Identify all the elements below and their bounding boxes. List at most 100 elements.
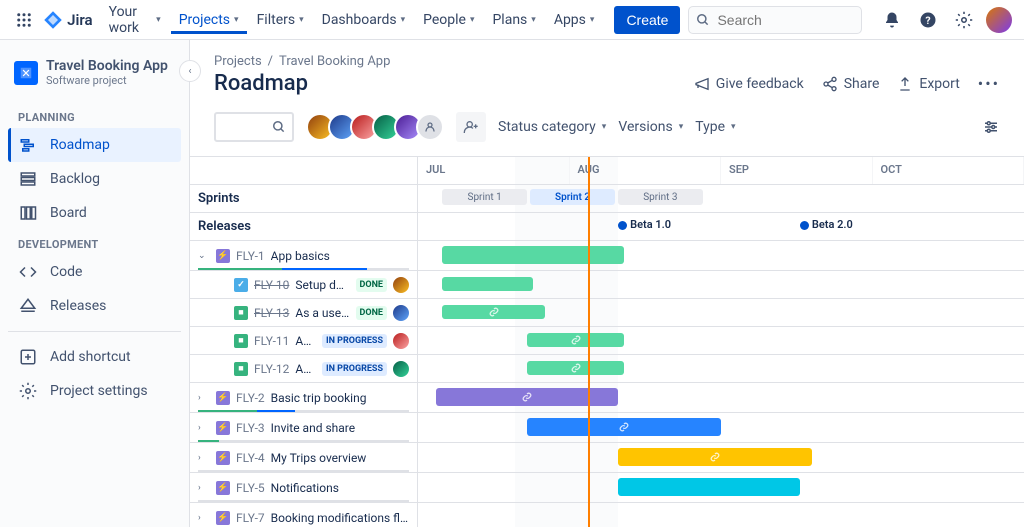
release-marker[interactable] xyxy=(800,221,809,230)
search-input[interactable] xyxy=(688,6,862,34)
issue-key[interactable]: FLY-3 xyxy=(236,421,265,435)
timeline-bar[interactable] xyxy=(618,448,812,466)
nav-item-projects[interactable]: Projects▾ xyxy=(171,6,247,34)
issue-key[interactable]: FLY-12 xyxy=(254,362,289,376)
issue-key[interactable]: FLY-4 xyxy=(236,451,265,465)
expand-toggle[interactable]: ⌄ xyxy=(198,251,210,261)
issue-summary[interactable]: My Trips overview xyxy=(271,451,409,465)
sprint-pill[interactable]: Sprint 1 xyxy=(442,189,527,205)
assignee-avatars xyxy=(306,113,444,141)
issue-key[interactable]: FLY-2 xyxy=(236,391,265,405)
nav-item-dashboards[interactable]: Dashboards▾ xyxy=(314,6,413,34)
share-button[interactable]: Share xyxy=(822,76,880,92)
type-filter[interactable]: Type▾ xyxy=(695,119,735,135)
more-actions-button[interactable]: ••• xyxy=(978,74,1000,93)
issue-key[interactable]: FLY-11 xyxy=(254,334,289,348)
add-people-button[interactable] xyxy=(456,112,486,142)
assignee-avatar[interactable] xyxy=(393,361,409,377)
issue-summary[interactable]: App basics xyxy=(271,249,409,263)
sidebar-item-backlog[interactable]: Backlog xyxy=(8,162,181,196)
month-header: AUG xyxy=(570,157,722,184)
nav-item-your-work[interactable]: Your work▾ xyxy=(101,0,169,42)
app-switcher-icon[interactable] xyxy=(12,8,35,32)
sidebar-item-board[interactable]: Board xyxy=(8,196,181,230)
nav-item-apps[interactable]: Apps▾ xyxy=(546,6,603,34)
epic-icon: ⚡ xyxy=(216,451,230,465)
timeline-bar[interactable] xyxy=(442,277,533,291)
sprint-pill[interactable]: Sprint 3 xyxy=(618,189,703,205)
give-feedback-button[interactable]: Give feedback xyxy=(694,76,804,92)
issue-summary[interactable]: Setup dev and ... xyxy=(295,278,349,292)
sidebar-item-add-shortcut[interactable]: Add shortcut xyxy=(8,340,181,374)
avatar-more[interactable] xyxy=(416,113,444,141)
issue-summary[interactable]: As a use... xyxy=(295,362,316,376)
settings-icon xyxy=(18,381,38,401)
assignee-avatar[interactable] xyxy=(393,333,409,349)
timeline-bar[interactable] xyxy=(442,246,624,264)
issue-summary[interactable]: As a user I can ... xyxy=(295,306,349,320)
sidebar-item-code[interactable]: Code xyxy=(8,255,181,289)
month-header: JUL xyxy=(418,157,570,184)
filter-search[interactable] xyxy=(214,112,294,142)
expand-toggle[interactable]: › xyxy=(198,483,210,493)
issue-key[interactable]: FLY-10 xyxy=(254,278,289,292)
issue-key[interactable]: FLY-5 xyxy=(236,481,265,495)
timeline-bar[interactable] xyxy=(527,333,624,347)
issue-row: › ⚡ FLY-2 Basic trip booking xyxy=(190,383,418,412)
main-content: Projects / Travel Booking App Roadmap Gi… xyxy=(190,40,1024,527)
sprints-label: Sprints xyxy=(190,185,418,212)
issue-key[interactable]: FLY-7 xyxy=(236,511,265,525)
view-settings-button[interactable] xyxy=(982,118,1000,136)
sidebar-item-releases[interactable]: Releases xyxy=(8,289,181,323)
sidebar-item-project-settings[interactable]: Project settings xyxy=(8,374,181,408)
assignee-avatar[interactable] xyxy=(393,305,409,321)
release-marker[interactable] xyxy=(618,221,627,230)
sprint-pill[interactable]: Sprint 2 xyxy=(530,189,615,205)
help-icon[interactable]: ? xyxy=(914,6,942,34)
expand-toggle[interactable]: › xyxy=(198,513,210,523)
project-name: Travel Booking App xyxy=(46,58,168,74)
create-button[interactable]: Create xyxy=(614,6,680,34)
issue-summary[interactable]: As a user... xyxy=(295,334,316,348)
chevron-down-icon: ▾ xyxy=(531,15,536,25)
project-header[interactable]: Travel Booking App Software project xyxy=(8,58,181,103)
expand-toggle[interactable]: › xyxy=(198,393,210,403)
versions-filter[interactable]: Versions▾ xyxy=(618,119,683,135)
month-header: SEP xyxy=(721,157,873,184)
sidebar-item-label: Releases xyxy=(50,298,106,314)
settings-icon[interactable] xyxy=(950,6,978,34)
expand-toggle[interactable]: › xyxy=(198,453,210,463)
issue-summary[interactable]: Notifications xyxy=(271,481,409,495)
issue-summary[interactable]: Invite and share xyxy=(271,421,409,435)
export-icon xyxy=(897,76,913,92)
nav-item-filters[interactable]: Filters▾ xyxy=(249,6,312,34)
collapse-sidebar-button[interactable]: ‹ xyxy=(179,60,201,82)
timeline-bar[interactable] xyxy=(442,305,545,319)
timeline-bar[interactable] xyxy=(527,418,721,436)
nav-item-people[interactable]: People▾ xyxy=(415,6,482,34)
issue-summary[interactable]: Booking modifications flow xyxy=(271,511,409,525)
backlog-icon xyxy=(18,169,38,189)
export-button[interactable]: Export xyxy=(897,76,959,92)
issue-key[interactable]: FLY-1 xyxy=(236,249,265,263)
expand-toggle[interactable]: › xyxy=(198,423,210,433)
assignee-avatar[interactable] xyxy=(393,277,409,293)
issue-summary[interactable]: Basic trip booking xyxy=(271,391,409,405)
sidebar-item-roadmap[interactable]: Roadmap xyxy=(8,128,181,162)
jira-logo[interactable]: Jira xyxy=(43,10,92,30)
timeline-bar[interactable] xyxy=(527,361,624,375)
breadcrumb-link[interactable]: Projects xyxy=(214,54,262,69)
timeline-bar[interactable] xyxy=(436,388,618,406)
breadcrumb-link[interactable]: Travel Booking App xyxy=(279,54,390,69)
profile-avatar[interactable] xyxy=(986,7,1012,33)
search-box[interactable] xyxy=(688,6,862,34)
timeline-bar[interactable] xyxy=(618,478,800,496)
story-icon: ■ xyxy=(234,334,248,348)
svg-text:?: ? xyxy=(925,13,930,26)
issue-key[interactable]: FLY-13 xyxy=(254,306,289,320)
nav-item-plans[interactable]: Plans▾ xyxy=(484,6,543,34)
notifications-icon[interactable] xyxy=(878,6,906,34)
page-title: Roadmap xyxy=(214,71,308,96)
epic-icon: ⚡ xyxy=(216,391,230,405)
status-filter[interactable]: Status category▾ xyxy=(498,119,606,135)
